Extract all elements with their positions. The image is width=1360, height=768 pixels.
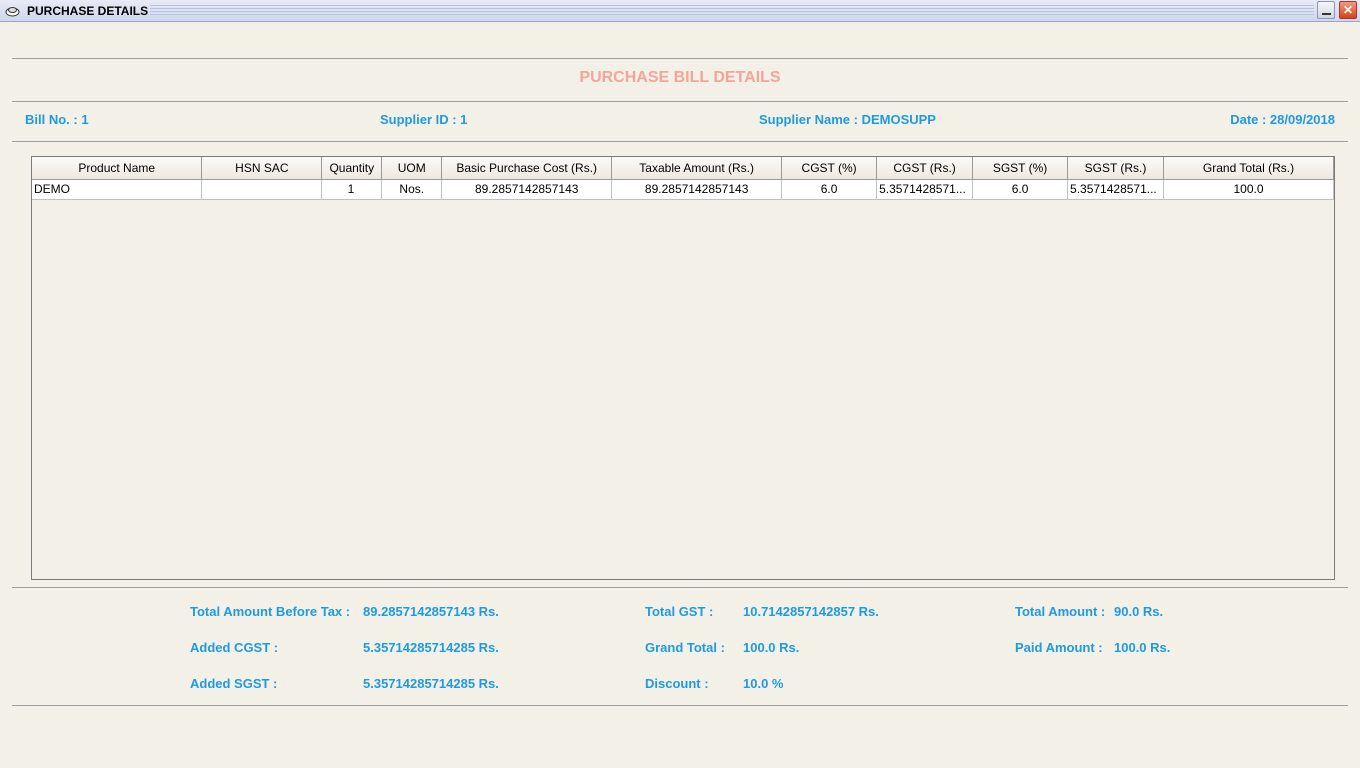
cell-cgst-rs[interactable]: 5.3571428571...	[876, 179, 974, 200]
divider-summary	[12, 587, 1348, 588]
total-gst-label: Total GST :	[645, 604, 714, 619]
divider-heading	[12, 101, 1348, 102]
cell-sgst-percent[interactable]: 6.0	[972, 179, 1069, 200]
cell-product-name[interactable]: DEMO	[32, 179, 203, 200]
paid-amount-value: 100.0 Rs.	[1114, 640, 1171, 655]
grand-total-value: 100.0 Rs.	[743, 640, 800, 655]
supplier-id: Supplier ID : 1	[380, 112, 468, 127]
added-cgst-label: Added CGST :	[190, 640, 279, 655]
window-title: PURCHASE DETAILS	[27, 4, 149, 18]
close-button[interactable]: ✕	[1339, 1, 1357, 19]
discount-label: Discount :	[645, 676, 709, 691]
column-header-uom[interactable]: UOM	[381, 157, 443, 180]
bill-date: Date : 28/09/2018	[1230, 112, 1335, 127]
total-gst-value: 10.7142857142857 Rs.	[743, 604, 879, 619]
cell-sgst-rs[interactable]: 5.3571428571...	[1067, 179, 1164, 200]
total-before-tax-value: 89.2857142857143 Rs.	[363, 604, 499, 619]
column-header-sgst-percent[interactable]: SGST (%)	[972, 157, 1069, 180]
supplier-name: Supplier Name : DEMOSUPP	[759, 112, 936, 127]
column-header-basic-purchase-cost[interactable]: Basic Purchase Cost (Rs.)	[441, 157, 613, 180]
table-header-row: Product Name HSN SAC Quantity UOM Basic …	[32, 157, 1334, 180]
divider-bottom	[12, 705, 1348, 706]
total-before-tax-label: Total Amount Before Tax :	[190, 604, 351, 619]
page-heading: PURCHASE BILL DETAILS	[579, 69, 781, 86]
column-header-hsn-sac[interactable]: HSN SAC	[201, 157, 323, 180]
added-cgst-value: 5.35714285714285 Rs.	[363, 640, 499, 655]
total-amount-label: Total Amount :	[1015, 604, 1106, 619]
minimize-button[interactable]	[1317, 1, 1335, 19]
bill-no: Bill No. : 1	[25, 112, 89, 127]
window-titlebar: PURCHASE DETAILS ✕	[0, 0, 1360, 22]
close-icon: ✕	[1342, 3, 1354, 17]
column-header-sgst-rs[interactable]: SGST (Rs.)	[1067, 157, 1164, 180]
purchase-items-table[interactable]: Product Name HSN SAC Quantity UOM Basic …	[31, 156, 1335, 580]
divider-info	[12, 141, 1348, 142]
added-sgst-value: 5.35714285714285 Rs.	[363, 676, 499, 691]
cell-grand-total[interactable]: 100.0	[1163, 179, 1334, 200]
paid-amount-label: Paid Amount :	[1015, 640, 1103, 655]
minimize-icon	[1321, 12, 1331, 15]
grand-total-label: Grand Total :	[645, 640, 725, 655]
column-header-taxable-amount[interactable]: Taxable Amount (Rs.)	[611, 157, 783, 180]
cell-uom[interactable]: Nos.	[381, 179, 443, 200]
cell-cgst-percent[interactable]: 6.0	[781, 179, 878, 200]
column-header-cgst-rs[interactable]: CGST (Rs.)	[876, 157, 974, 180]
cell-taxable-amount[interactable]: 89.2857142857143	[611, 179, 783, 200]
total-amount-value: 90.0 Rs.	[1114, 604, 1164, 619]
app-icon	[5, 7, 20, 17]
column-header-product-name[interactable]: Product Name	[32, 157, 203, 180]
column-header-cgst-percent[interactable]: CGST (%)	[781, 157, 878, 180]
cell-quantity[interactable]: 1	[321, 179, 383, 200]
discount-value: 10.0 %	[743, 676, 784, 691]
added-sgst-label: Added SGST :	[190, 676, 278, 691]
column-header-quantity[interactable]: Quantity	[321, 157, 383, 180]
divider-top	[12, 58, 1348, 59]
cell-basic-purchase-cost[interactable]: 89.2857142857143	[441, 179, 613, 200]
table-row[interactable]: DEMO 1 Nos. 89.2857142857143 89.28571428…	[32, 179, 1334, 200]
column-header-grand-total[interactable]: Grand Total (Rs.)	[1163, 157, 1334, 180]
titlebar-decoration	[150, 5, 1314, 17]
cell-hsn-sac[interactable]	[201, 179, 323, 200]
